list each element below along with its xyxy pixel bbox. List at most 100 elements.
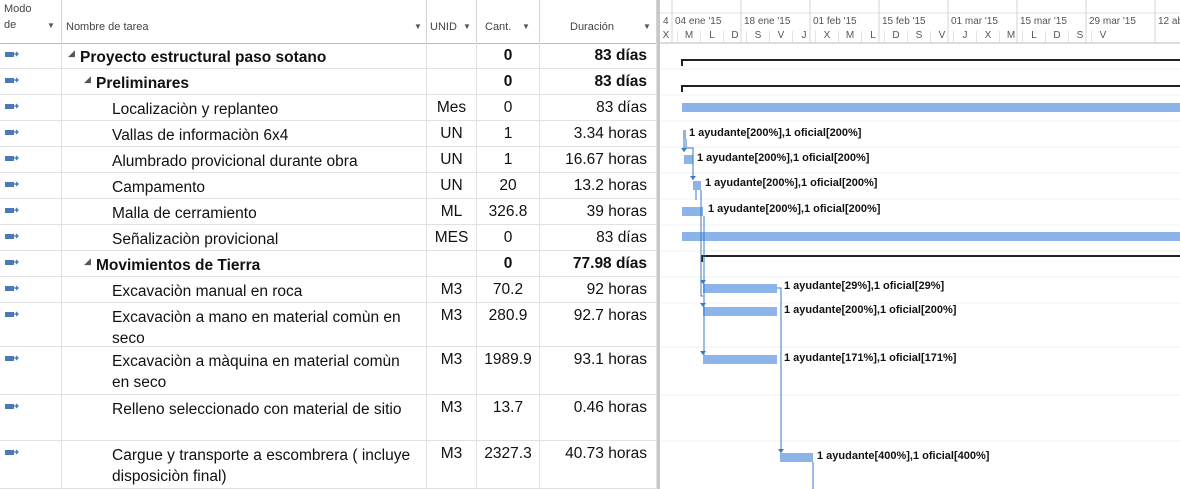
filter-arrow-icon[interactable]: ▼ [463,22,471,31]
task-name-cell[interactable]: Excavaciòn a mano en material comùn en s… [62,303,427,347]
task-duration-cell[interactable]: 83 días [540,95,657,120]
task-name-cell[interactable]: Señalizaciòn provicional [62,225,427,250]
task-name-cell[interactable]: Localizaciòn y replanteo [62,95,427,120]
col-unit[interactable]: UNID ▼ [427,0,477,43]
task-quantity-cell[interactable]: 0 [477,251,540,276]
task-row[interactable]: Localizaciòn y replanteo Mes 0 83 días [0,95,657,121]
task-name-cell[interactable]: Relleno seleccionado con material de sit… [62,395,427,440]
task-row[interactable]: ◢ Movimientos de Tierra 0 77.98 días [0,251,657,277]
task-unit-cell[interactable]: M3 [427,347,477,394]
task-mode-cell[interactable] [0,277,62,302]
task-bar[interactable] [683,130,686,139]
task-bar[interactable] [682,232,1180,241]
task-duration-cell[interactable]: 92 horas [540,277,657,302]
task-duration-cell[interactable]: 93.1 horas [540,347,657,394]
task-quantity-cell[interactable]: 0 [477,43,540,68]
col-duration[interactable]: Duración ▼ [540,0,657,43]
task-name-cell[interactable]: Excavaciòn manual en roca [62,277,427,302]
task-name-cell[interactable]: Excavaciòn a màquina en material comùn e… [62,347,427,394]
task-bar[interactable] [682,207,703,216]
filter-arrow-icon[interactable]: ▼ [643,22,651,31]
task-mode-cell[interactable] [0,303,62,346]
task-unit-cell[interactable]: M3 [427,441,477,488]
task-duration-cell[interactable]: 3.34 horas [540,121,657,146]
task-row[interactable]: Excavaciòn a mano en material comùn en s… [0,303,657,347]
task-duration-cell[interactable]: 40.73 horas [540,441,657,488]
task-mode-cell[interactable] [0,225,62,250]
task-mode-cell[interactable] [0,147,62,172]
task-quantity-cell[interactable]: 2327.3 [477,441,540,488]
task-quantity-cell[interactable]: 1989.9 [477,347,540,394]
task-quantity-cell[interactable]: 70.2 [477,277,540,302]
task-row[interactable]: Excavaciòn a màquina en material comùn e… [0,347,657,395]
task-row[interactable]: Alumbrado provicional durante obra UN 1 16.… [0,147,657,173]
task-bar[interactable] [684,155,693,164]
task-quantity-cell[interactable]: 0 [477,225,540,250]
task-quantity-cell[interactable]: 1 [477,147,540,172]
task-mode-cell[interactable] [0,395,62,440]
task-row[interactable]: Campamento UN 20 13.2 horas [0,173,657,199]
task-unit-cell[interactable]: M3 [427,277,477,302]
task-row[interactable]: Señalizaciòn provicional MES 0 83 días [0,225,657,251]
task-quantity-cell[interactable]: 0 [477,95,540,120]
task-row[interactable]: Excavaciòn manual en roca M3 70.2 92 horas [0,277,657,303]
task-duration-cell[interactable]: 83 días [540,225,657,250]
task-mode-cell[interactable] [0,199,62,224]
task-duration-cell[interactable]: 0.46 horas [540,395,657,440]
task-row[interactable]: Malla de cerramiento ML 326.8 39 horas [0,199,657,225]
task-row[interactable]: Cargue y transporte a escombrera ( inclu… [0,441,657,489]
task-name-cell[interactable]: Malla de cerramiento [62,199,427,224]
task-bar[interactable] [693,181,701,190]
task-duration-cell[interactable]: 16.67 horas [540,147,657,172]
task-bar[interactable] [780,453,813,462]
task-bar[interactable] [703,355,777,364]
summary-bar[interactable] [681,85,1180,92]
collapse-icon[interactable]: ◢ [84,74,91,85]
task-duration-cell[interactable]: 83 días [540,43,657,68]
filter-arrow-icon[interactable]: ▼ [47,21,55,30]
task-unit-cell[interactable] [427,251,477,276]
filter-arrow-icon[interactable]: ▼ [414,22,422,31]
col-task-mode[interactable]: Modo de ▼ [0,0,62,43]
task-quantity-cell[interactable]: 20 [477,173,540,198]
task-unit-cell[interactable] [427,43,477,68]
task-duration-cell[interactable]: 83 días [540,69,657,94]
task-unit-cell[interactable]: UN [427,173,477,198]
task-name-cell[interactable]: Cargue y transporte a escombrera ( inclu… [62,441,427,488]
task-mode-cell[interactable] [0,441,62,488]
col-quantity[interactable]: Cant. ▼ [477,0,540,43]
summary-bar[interactable] [681,59,1180,66]
task-unit-cell[interactable] [427,69,477,94]
summary-bar[interactable] [701,255,1180,262]
task-mode-cell[interactable] [0,347,62,394]
task-name-cell[interactable]: ◢ Preliminares [62,69,427,94]
task-quantity-cell[interactable]: 280.9 [477,303,540,346]
task-name-cell[interactable]: ◢ Proyecto estructural paso sotano [62,43,427,68]
task-row[interactable]: Vallas de informaciòn 6x4 UN 1 3.34 horas [0,121,657,147]
task-quantity-cell[interactable]: 1 [477,121,540,146]
collapse-icon[interactable]: ◢ [84,256,91,267]
task-name-cell[interactable]: Campamento [62,173,427,198]
task-duration-cell[interactable]: 77.98 días [540,251,657,276]
task-unit-cell[interactable]: ML [427,199,477,224]
task-unit-cell[interactable]: UN [427,147,477,172]
task-row[interactable]: ◢ Preliminares 0 83 días [0,69,657,95]
task-unit-cell[interactable]: M3 [427,395,477,440]
task-unit-cell[interactable]: Mes [427,95,477,120]
task-quantity-cell[interactable]: 0 [477,69,540,94]
task-bar[interactable] [703,284,777,293]
task-mode-cell[interactable] [0,95,62,120]
task-unit-cell[interactable]: M3 [427,303,477,346]
task-mode-cell[interactable] [0,43,62,68]
task-bar[interactable] [682,103,1180,112]
task-bar[interactable] [703,307,777,316]
task-duration-cell[interactable]: 13.2 horas [540,173,657,198]
task-duration-cell[interactable]: 39 horas [540,199,657,224]
task-unit-cell[interactable]: UN [427,121,477,146]
col-task-name[interactable]: Nombre de tarea ▼ [62,0,427,43]
collapse-icon[interactable]: ◢ [68,48,75,59]
task-unit-cell[interactable]: MES [427,225,477,250]
task-name-cell[interactable]: ◢ Movimientos de Tierra [62,251,427,276]
task-mode-cell[interactable] [0,121,62,146]
task-row[interactable]: Relleno seleccionado con material de sit… [0,395,657,441]
